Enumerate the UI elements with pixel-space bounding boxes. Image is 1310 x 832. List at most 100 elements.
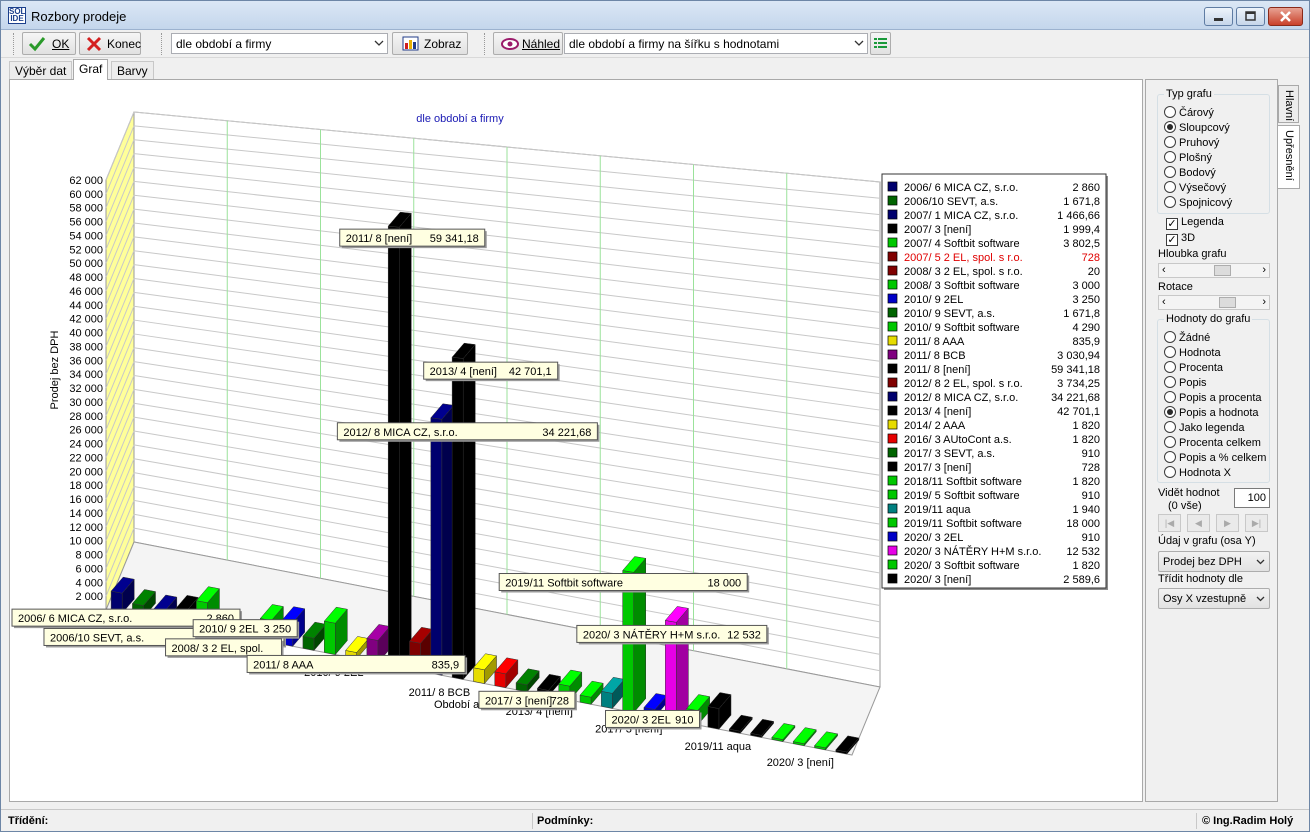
tab-chart[interactable]: Graf — [73, 59, 109, 80]
preview-type-select[interactable]: dle období a firmy na šířku s hodnotami — [564, 33, 868, 54]
data-label-value: 910 — [675, 714, 693, 726]
chart-panel: 2 000 4 000 6 000 8 000 10 000 12 000 14 000 16… — [9, 79, 1143, 802]
depth-slider[interactable]: ‹ › — [1158, 263, 1270, 278]
maximize-button[interactable] — [1236, 7, 1265, 26]
chart-type-radio[interactable]: Spojnicový — [1164, 196, 1232, 210]
value-option-radio[interactable]: Procenta celkem — [1164, 436, 1261, 450]
3d-checkbox[interactable]: ✓ 3D — [1166, 232, 1195, 246]
last-page-button[interactable]: ▶| — [1245, 514, 1268, 532]
first-page-button[interactable]: |◀ — [1158, 514, 1181, 532]
y-tick-label: 20 000 — [69, 466, 103, 478]
y-tick-label: 38 000 — [69, 341, 103, 353]
show-button[interactable]: Zobraz — [392, 32, 468, 55]
list-options-button[interactable] — [870, 32, 891, 55]
show-label: Zobraz — [424, 37, 462, 51]
radio-icon — [1164, 331, 1176, 343]
chart-type-radio[interactable]: Sloupcový — [1164, 121, 1230, 135]
tab-data-selection[interactable]: Výběr dat — [9, 61, 73, 80]
y-tick-label: 58 000 — [69, 203, 103, 215]
radio-icon — [1164, 166, 1176, 178]
side-tab-main[interactable]: Hlavní — [1278, 85, 1299, 123]
value-option-radio[interactable]: Jako legenda — [1164, 421, 1244, 435]
legend-item-name: 2016/ 3 AUtoCont a.s. — [904, 434, 1012, 446]
y-tick-label: 40 000 — [69, 328, 103, 340]
legend-swatch — [887, 545, 898, 556]
eye-icon — [501, 38, 519, 50]
legend-swatch — [887, 349, 898, 360]
radio-icon — [1164, 106, 1176, 118]
sort-select[interactable]: Osy X vzestupně — [1158, 588, 1270, 609]
chart-type-radio[interactable]: Plošný — [1164, 151, 1212, 165]
y-tick-label: 34 000 — [69, 369, 103, 381]
report-type-select[interactable]: dle období a firmy — [171, 33, 388, 54]
prev-page-button[interactable]: ◀ — [1187, 514, 1210, 532]
data-label-name: 2012/ 8 MICA CZ, s.r.o. — [343, 427, 457, 439]
legend-item-value: 3 734,25 — [1057, 378, 1100, 390]
legend-swatch — [887, 237, 898, 248]
legend-item-name: 2010/ 9 Softbit software — [904, 322, 1020, 334]
legend-item-name: 2017/ 3 SEVT, a.s. — [904, 448, 995, 460]
value-option-label: Popis a hodnota — [1179, 407, 1259, 419]
preview-button[interactable]: Náhled — [493, 32, 563, 55]
radio-icon — [1164, 436, 1176, 448]
toolbar-grip[interactable] — [161, 33, 165, 55]
chart-type-radio[interactable]: Výsečový — [1164, 181, 1226, 195]
toolbar-grip[interactable] — [13, 33, 17, 55]
legend-item-value: 1 671,8 — [1063, 196, 1100, 208]
value-option-radio[interactable]: Hodnota X — [1164, 466, 1231, 480]
chart-type-radio[interactable]: Pruhový — [1164, 136, 1219, 150]
depth-slider-thumb[interactable] — [1214, 265, 1231, 276]
legend-item-name: 2011/ 8 AAA — [904, 336, 965, 348]
values-title: Hodnoty do grafu — [1166, 313, 1251, 325]
rotation-slider[interactable]: ‹ › — [1158, 295, 1270, 310]
visible-count-input[interactable]: 100 — [1234, 488, 1270, 508]
checkbox-icon: ✓ — [1166, 218, 1178, 230]
y-tick-label: 8 000 — [75, 550, 103, 562]
tab-data-selection-label: Výběr dat — [15, 64, 67, 78]
chart-type-radio[interactable]: Čárový — [1164, 106, 1214, 120]
tab-colors[interactable]: Barvy — [111, 61, 154, 80]
toolbar-grip[interactable] — [484, 33, 488, 55]
value-option-radio[interactable]: Procenta — [1164, 361, 1223, 375]
close-button[interactable]: Konec — [79, 32, 141, 55]
ok-button[interactable]: OK — [22, 32, 76, 55]
y-axis-value: Prodej bez DPH — [1163, 556, 1242, 568]
legend-item-name: 2013/ 4 [není] — [904, 406, 971, 418]
y-tick-label: 14 000 — [69, 508, 103, 520]
legend-item-value: 835,9 — [1072, 336, 1100, 348]
chart-type-radio[interactable]: Bodový — [1164, 166, 1216, 180]
rotation-slider-thumb[interactable] — [1219, 297, 1236, 308]
radio-icon — [1164, 451, 1176, 463]
value-option-radio[interactable]: Popis — [1164, 376, 1207, 390]
value-option-radio[interactable]: Hodnota — [1164, 346, 1221, 360]
side-tab-advanced[interactable]: Upřesnění — [1277, 125, 1300, 189]
legend-item-value: 1 940 — [1072, 504, 1100, 516]
legend-swatch — [887, 209, 898, 220]
legend-checkbox[interactable]: ✓ Legenda — [1166, 216, 1224, 230]
chart-bar — [430, 403, 455, 676]
legend-swatch — [887, 391, 898, 402]
value-option-radio[interactable]: Popis a hodnota — [1164, 406, 1259, 420]
side-tab-advanced-label: Upřesnění — [1283, 130, 1295, 181]
y-axis-select[interactable]: Prodej bez DPH — [1158, 551, 1270, 572]
data-label-value: 42 701,1 — [509, 366, 552, 378]
close-window-button[interactable] — [1268, 7, 1303, 26]
value-option-radio[interactable]: Popis a procenta — [1164, 391, 1262, 405]
chart-type-label: Spojnicový — [1179, 197, 1233, 209]
data-label-value: 34 221,68 — [542, 427, 591, 439]
legend-item-name: 2007/ 3 [není] — [904, 224, 971, 236]
legend-item-value: 910 — [1082, 490, 1100, 502]
value-option-radio[interactable]: Žádné — [1164, 331, 1210, 345]
next-page-button[interactable]: ▶ — [1216, 514, 1239, 532]
radio-icon — [1164, 346, 1176, 358]
legend-swatch — [887, 265, 898, 276]
chevron-down-icon — [374, 40, 384, 46]
data-label-name: 2013/ 4 [není] — [430, 366, 497, 378]
app-logo-text-bottom: IDE — [10, 14, 24, 23]
legend-item-name: 2007/ 4 Softbit software — [904, 238, 1020, 250]
value-option-radio[interactable]: Popis a % celkem — [1164, 451, 1266, 465]
checkmark-icon — [28, 37, 46, 52]
chart-type-label: Čárový — [1179, 107, 1214, 119]
minimize-button[interactable] — [1204, 7, 1233, 26]
y-tick-label: 2 000 — [75, 591, 103, 603]
